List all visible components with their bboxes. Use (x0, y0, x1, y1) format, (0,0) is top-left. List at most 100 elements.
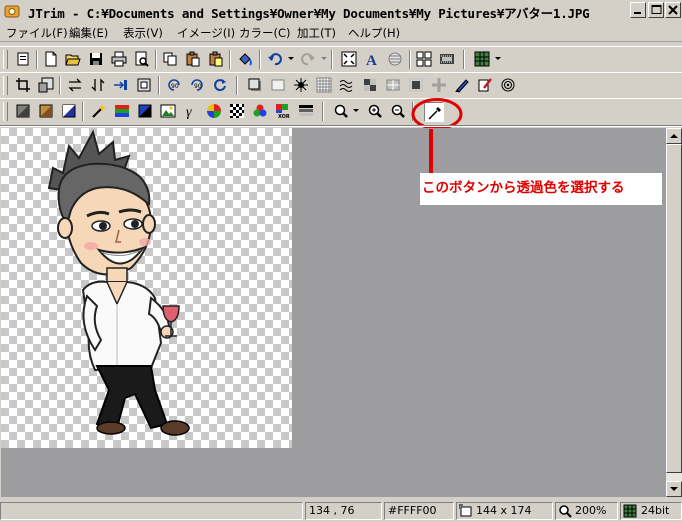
paint-bucket-icon (239, 53, 252, 66)
toolbar-separator (236, 76, 238, 95)
flip-horizontal-button[interactable] (65, 75, 85, 95)
pen-button[interactable] (452, 75, 472, 95)
blur-button[interactable] (406, 75, 426, 95)
flip-vertical-button[interactable] (88, 75, 108, 95)
rotate-left-button[interactable]: 90 (164, 75, 184, 95)
scroll-up-button[interactable] (666, 128, 682, 144)
rotate-right-button[interactable]: 90 (187, 75, 207, 95)
zoom-dropdown-icon[interactable] (353, 109, 359, 112)
rgb-adjust-button[interactable] (112, 101, 132, 121)
maximize-button[interactable] (648, 2, 664, 18)
toolbar-separator (259, 50, 261, 69)
dither-button[interactable] (227, 101, 247, 121)
crop-icon (16, 78, 30, 92)
negative-button[interactable] (59, 101, 79, 121)
pixelate-button[interactable] (360, 75, 380, 95)
menu-image[interactable]: イメージ(I) (177, 25, 235, 41)
toolbar-separator (155, 50, 157, 69)
border-button[interactable] (268, 75, 288, 95)
thumbnail-grid-icon (416, 51, 432, 67)
undo-button[interactable] (265, 49, 285, 69)
menu-file[interactable]: ファイル(F) (6, 25, 68, 41)
grid-button[interactable] (385, 49, 405, 69)
image-canvas[interactable] (1, 128, 292, 448)
new-button[interactable] (41, 49, 61, 69)
status-bar: 134 , 76 #FFFF00 144 x 174 200% 24bit (0, 500, 682, 522)
window-title: JTrim - C:¥Documents and Settings¥Owner¥… (28, 6, 590, 21)
rotate-left-icon: 90 (168, 79, 180, 91)
mosaic-button[interactable] (314, 75, 334, 95)
sharpen-button[interactable] (429, 75, 449, 95)
print-button[interactable] (109, 49, 129, 69)
toolbar-separator (463, 50, 465, 69)
grayscale-button[interactable] (13, 101, 33, 121)
text-button[interactable]: A (362, 49, 382, 69)
filmstrip-button[interactable] (437, 49, 457, 69)
svg-text:A: A (366, 53, 377, 67)
toolbar-grip[interactable] (3, 76, 8, 95)
close-button[interactable] (665, 2, 681, 18)
zoom-button[interactable] (331, 101, 351, 121)
palette-bars-icon (299, 105, 313, 116)
toolbar-grip[interactable] (3, 50, 8, 69)
redo-button[interactable] (298, 49, 318, 69)
menu-color[interactable]: カラー(C) (239, 25, 291, 41)
layout-dropdown-icon[interactable] (495, 57, 501, 60)
new-file-icon (45, 51, 57, 67)
hue-button[interactable] (204, 101, 224, 121)
menu-edit[interactable]: 編集(E) (69, 25, 108, 41)
gamma-button[interactable]: γ (181, 101, 201, 121)
save-button[interactable] (86, 49, 106, 69)
minimize-button[interactable] (630, 2, 646, 18)
sepia-icon (39, 104, 53, 118)
undo-icon (268, 53, 282, 66)
redo-dropdown-icon[interactable] (321, 57, 327, 60)
emboss-button[interactable] (383, 75, 403, 95)
close-icon (668, 5, 678, 15)
contrast-button[interactable] (135, 101, 155, 121)
copy-button[interactable] (160, 49, 180, 69)
crop-button[interactable] (13, 75, 33, 95)
drop-shadow-icon (248, 78, 261, 91)
vertical-scrollbar[interactable] (666, 128, 682, 497)
menu-process[interactable]: 加工(T) (297, 25, 336, 41)
menu-view[interactable]: 表示(V) (123, 25, 163, 41)
undo-dropdown-icon[interactable] (288, 57, 294, 60)
color-reduce-button[interactable] (250, 101, 270, 121)
paste-button[interactable] (183, 49, 203, 69)
frame-button[interactable] (134, 75, 154, 95)
toolbar-grip[interactable] (3, 102, 8, 121)
paste-new-button[interactable] (206, 49, 226, 69)
thumbnail-button[interactable] (414, 49, 434, 69)
resize-button[interactable] (36, 75, 56, 95)
xor-button[interactable]: XOR (273, 101, 293, 121)
arrange-button[interactable] (111, 75, 131, 95)
shadow-button[interactable] (245, 75, 265, 95)
scroll-down-button[interactable] (666, 481, 682, 497)
app-icon (4, 5, 20, 18)
palette-button[interactable] (296, 101, 316, 121)
rotate-free-button[interactable] (210, 75, 230, 95)
scroll-thumb[interactable] (666, 144, 682, 473)
open-button[interactable] (63, 49, 83, 69)
spiral-button[interactable] (498, 75, 518, 95)
fit-window-button[interactable] (339, 49, 359, 69)
zoom-in-button[interactable] (365, 101, 385, 121)
menu-help[interactable]: ヘルプ(H) (348, 25, 400, 41)
edit-button[interactable] (475, 75, 495, 95)
resize-icon (38, 77, 54, 93)
sparkle-button[interactable] (291, 75, 311, 95)
open-recent-button[interactable] (13, 49, 33, 69)
avatar-image (47, 129, 190, 436)
wave-button[interactable] (337, 75, 357, 95)
window-layout-button[interactable] (472, 49, 492, 69)
zoom-out-button[interactable] (388, 101, 408, 121)
print-preview-button[interactable] (132, 49, 152, 69)
toolbar-separator (229, 50, 231, 69)
auto-level-button[interactable] (89, 101, 109, 121)
image-dimensions: 144 x 174 (476, 504, 532, 517)
sepia-button[interactable] (36, 101, 56, 121)
callout-pointer-line (429, 129, 433, 173)
fill-button[interactable] (235, 49, 255, 69)
image-adjust-button[interactable] (158, 101, 178, 121)
